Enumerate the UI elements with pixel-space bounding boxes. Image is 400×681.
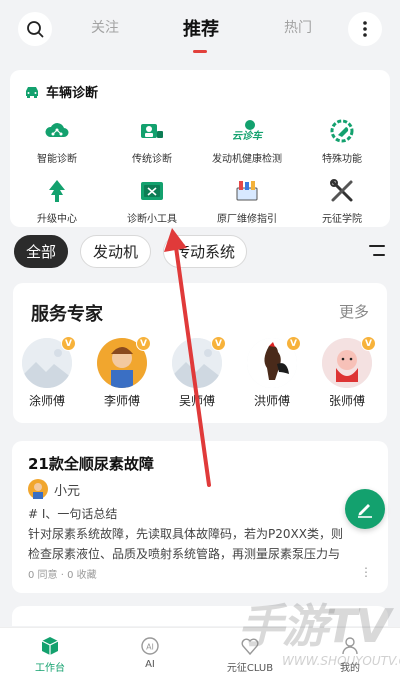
nav-profile[interactable]: 我的 bbox=[310, 636, 390, 674]
search-button[interactable] bbox=[18, 12, 52, 46]
chip-transmission[interactable]: 传动系统 bbox=[163, 235, 247, 268]
tools-cross-icon bbox=[330, 179, 353, 202]
mechanic-diagnosis-icon bbox=[141, 124, 163, 138]
grid-item-smart-diagnosis[interactable]: 智能诊断 bbox=[12, 118, 102, 165]
post-options-button[interactable]: ⋮ bbox=[360, 565, 372, 579]
expert-name: 张师傅 bbox=[328, 394, 365, 408]
chip-engine[interactable]: 发动机 bbox=[80, 235, 151, 268]
expert-item[interactable]: V 张师傅 bbox=[314, 336, 380, 409]
diagnosis-header: 车辆诊断 bbox=[24, 82, 98, 101]
expert-name: 涂师傅 bbox=[28, 394, 65, 408]
profile-icon bbox=[342, 637, 358, 655]
svg-text:云诊车: 云诊车 bbox=[232, 130, 264, 142]
expert-item[interactable]: V 涂师傅 bbox=[14, 336, 80, 409]
post-body-line: 检查尿素液位、品质及喷射系统管路，再测量尿素泵压力与 bbox=[28, 547, 341, 561]
service-experts-card: 服务专家 更多 V 涂师傅 V 李师傅 V 吴师傅 V 洪师傅 V 张师傅 bbox=[13, 283, 387, 423]
nav-workbench[interactable]: 工作台 bbox=[10, 636, 90, 674]
active-tab-indicator bbox=[193, 50, 207, 53]
grid-item-label: 诊断小工具 bbox=[127, 214, 177, 225]
nav-label: 工作台 bbox=[35, 663, 65, 674]
tab-follow[interactable]: 关注 bbox=[91, 17, 119, 37]
author-name: 小元 bbox=[54, 483, 81, 499]
repair-manual-icon bbox=[236, 181, 258, 201]
top-bar: 关注 推荐 热门 bbox=[0, 0, 400, 60]
grid-item-oem-repair-guide[interactable]: 原厂维修指引 bbox=[202, 178, 292, 225]
compose-button[interactable] bbox=[345, 489, 385, 529]
post-title: 21款全顺尿素故障 bbox=[28, 455, 154, 473]
verified-badge: V bbox=[361, 336, 376, 351]
vehicle-diagnosis-card: 车辆诊断 智能诊断 传统诊断 云诊车 发动机健康检测 特殊功能 升级中心 诊断小… bbox=[10, 70, 390, 227]
verified-badge: V bbox=[211, 336, 226, 351]
diagnosis-title: 车辆诊断 bbox=[46, 86, 99, 101]
post-card[interactable]: 21款全顺尿素故障 小元 # I、一句话总结 针对尿素系统故障，先读取具体故障码… bbox=[12, 441, 388, 593]
post-section-heading: # I、一句话总结 bbox=[28, 507, 118, 521]
experts-more-link[interactable]: 更多 bbox=[339, 301, 369, 322]
chip-all[interactable]: 全部 bbox=[14, 235, 68, 268]
grid-item-upgrade-center[interactable]: 升级中心 bbox=[12, 178, 102, 225]
filter-menu-icon[interactable] bbox=[368, 243, 386, 259]
post-stats: 0 同意 · 0 收藏 bbox=[28, 570, 97, 581]
verified-badge: V bbox=[61, 336, 76, 351]
category-chips: 全部 发动机 传动系统 bbox=[0, 233, 400, 273]
toolbox-icon bbox=[141, 182, 163, 200]
tab-recommend[interactable]: 推荐 bbox=[183, 15, 219, 41]
verified-badge: V bbox=[136, 336, 151, 351]
club-icon bbox=[241, 638, 259, 656]
grid-item-label: 发动机健康检测 bbox=[212, 154, 282, 165]
bottom-navigation: 工作台 AI AI 元征CLUB 我的 bbox=[0, 627, 400, 681]
pencil-icon bbox=[358, 504, 372, 518]
grid-item-special-function[interactable]: 特殊功能 bbox=[297, 118, 387, 165]
grid-item-label: 升级中心 bbox=[37, 214, 77, 225]
upgrade-tree-icon bbox=[49, 180, 65, 202]
more-menu-button[interactable] bbox=[348, 12, 382, 46]
car-icon bbox=[26, 86, 38, 98]
cloud-network-icon bbox=[45, 123, 69, 137]
grid-item-traditional-diagnosis[interactable]: 传统诊断 bbox=[107, 118, 197, 165]
vertical-dots-icon bbox=[363, 21, 367, 37]
next-post-card bbox=[12, 606, 388, 626]
ai-icon: AI bbox=[141, 637, 159, 655]
grid-item-engine-health[interactable]: 云诊车 发动机健康检测 bbox=[202, 118, 292, 165]
wrench-gear-icon bbox=[330, 119, 354, 143]
grid-item-label: 元征学院 bbox=[322, 214, 362, 225]
svg-text:AI: AI bbox=[146, 643, 154, 652]
expert-name: 吴师傅 bbox=[178, 394, 215, 408]
post-body-line: 针对尿素系统故障，先读取具体故障码，若为P20XX类，则 bbox=[28, 527, 343, 541]
expert-item[interactable]: V 李师傅 bbox=[89, 336, 155, 409]
grid-item-label: 传统诊断 bbox=[132, 154, 172, 165]
grid-item-launch-academy[interactable]: 元征学院 bbox=[297, 178, 387, 225]
grid-item-label: 智能诊断 bbox=[37, 154, 77, 165]
workbench-cube-icon bbox=[41, 637, 59, 655]
expert-item[interactable]: V 洪师傅 bbox=[239, 336, 305, 409]
search-icon bbox=[27, 21, 44, 38]
expert-item[interactable]: V 吴师傅 bbox=[164, 336, 230, 409]
nav-label: 元征CLUB bbox=[226, 663, 274, 674]
tab-hot[interactable]: 热门 bbox=[284, 17, 312, 37]
verified-badge: V bbox=[286, 336, 301, 351]
nav-label: 我的 bbox=[340, 663, 360, 674]
expert-name: 李师傅 bbox=[103, 394, 140, 408]
author-avatar bbox=[28, 479, 48, 499]
experts-title: 服务专家 bbox=[31, 304, 103, 325]
grid-item-diagnosis-tools[interactable]: 诊断小工具 bbox=[107, 178, 197, 225]
nav-club[interactable]: 元征CLUB bbox=[210, 636, 290, 674]
yunzhenche-logo-icon: 云诊车 bbox=[232, 120, 264, 142]
nav-label: AI bbox=[145, 659, 155, 670]
post-author[interactable]: 小元 bbox=[28, 479, 80, 499]
grid-item-label: 特殊功能 bbox=[322, 154, 362, 165]
expert-name: 洪师傅 bbox=[253, 394, 290, 408]
nav-ai[interactable]: AI AI bbox=[110, 636, 190, 670]
grid-item-label: 原厂维修指引 bbox=[217, 214, 277, 225]
